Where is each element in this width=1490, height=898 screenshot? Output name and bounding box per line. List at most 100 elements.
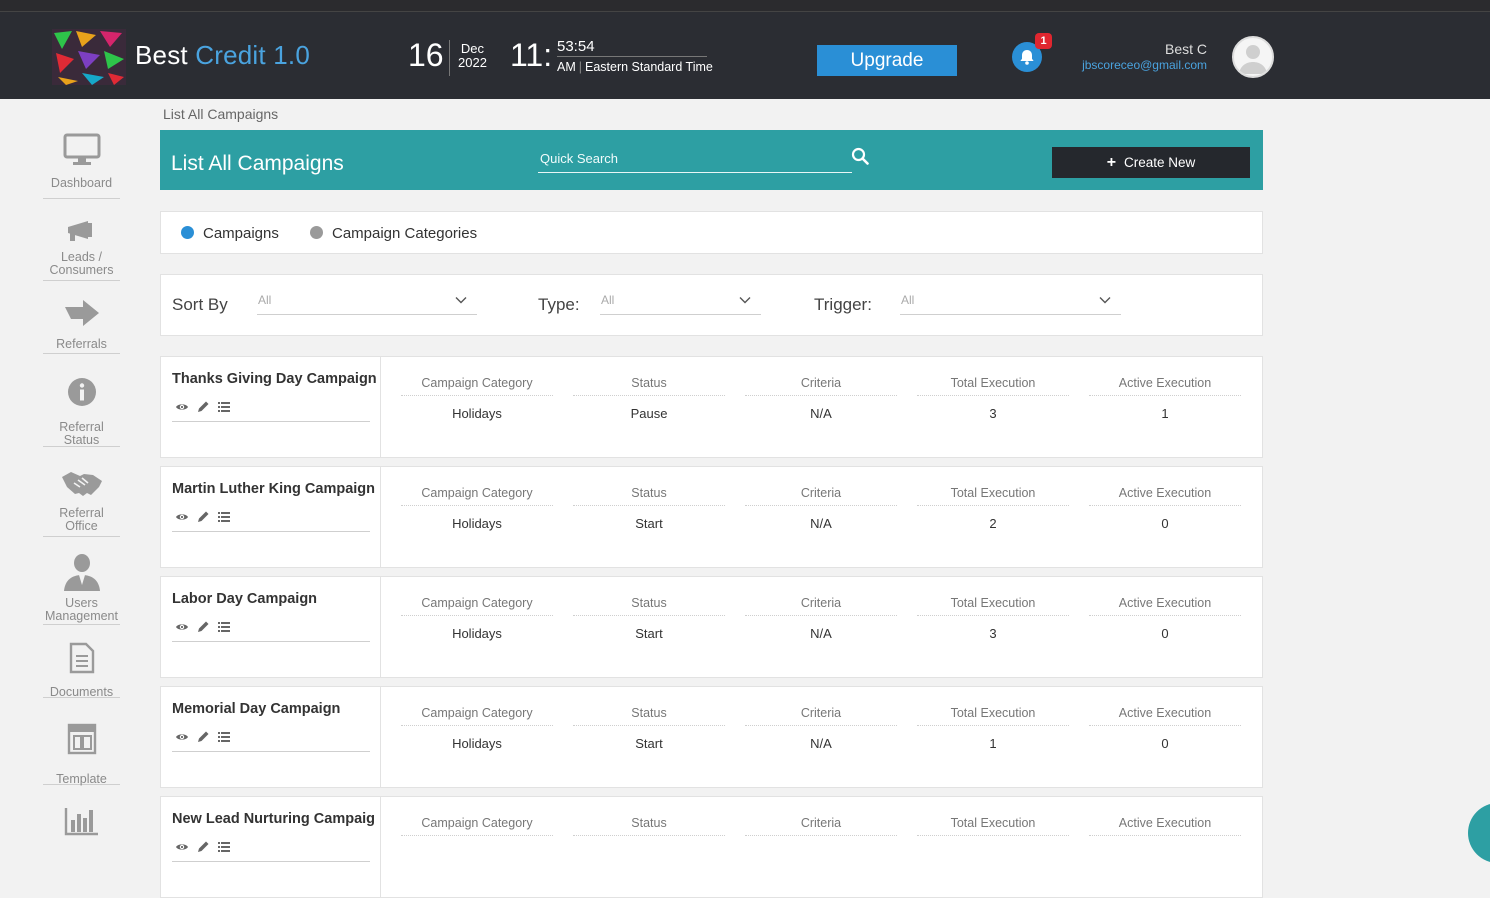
campaign-actions xyxy=(172,617,370,642)
campaign-name[interactable]: Labor Day Campaign xyxy=(172,591,377,607)
breadcrumb[interactable]: List All Campaigns xyxy=(163,106,278,122)
brand-prefix: Best xyxy=(135,40,188,70)
upgrade-button[interactable]: Upgrade xyxy=(817,45,957,76)
list-icon[interactable] xyxy=(217,730,231,744)
page-header-banner: List All Campaigns + Create New xyxy=(160,130,1263,190)
campaign-card-left: Thanks Giving Day Campaign xyxy=(161,357,381,457)
column-value: Start xyxy=(635,626,663,641)
eye-icon[interactable] xyxy=(175,620,189,634)
tab-campaigns[interactable]: Campaigns xyxy=(181,225,279,242)
column-header: Status xyxy=(573,486,725,506)
sidebar-item-referral-status[interactable]: Referral Status xyxy=(43,377,120,447)
type-select[interactable]: All xyxy=(600,293,761,315)
sidebar-item-referral-office[interactable]: Referral Office xyxy=(43,469,120,537)
filter-bar: Sort By All Type: All Trigger: All xyxy=(160,274,1263,336)
sidebar-item-users-management[interactable]: Users Management xyxy=(43,553,120,625)
column-header: Criteria xyxy=(745,816,897,836)
column-header: Campaign Category xyxy=(401,596,553,616)
sidebar-item-dashboard[interactable]: Dashboard xyxy=(43,133,120,199)
column-value: 2 xyxy=(989,516,997,531)
create-new-button[interactable]: + Create New xyxy=(1052,147,1250,178)
plus-icon: + xyxy=(1106,154,1117,171)
column-header: Active Execution xyxy=(1089,596,1241,616)
sort-by-label: Sort By xyxy=(172,295,228,314)
sidebar-item-leads[interactable]: Leads / Consumers xyxy=(43,219,120,281)
sidebar-item-documents[interactable]: Documents xyxy=(43,642,120,699)
create-new-label: Create New xyxy=(1124,155,1196,170)
column-header: Total Execution xyxy=(917,486,1069,506)
column-value: Holidays xyxy=(452,406,502,421)
sidebar-item-template[interactable]: Template xyxy=(43,723,120,786)
column-value: N/A xyxy=(810,736,832,751)
campaign-actions xyxy=(172,507,370,532)
sidebar-item-label: Referral Office xyxy=(59,506,104,533)
time-minutes-seconds: 53:54 xyxy=(557,38,707,57)
avatar[interactable] xyxy=(1232,36,1274,78)
search-icon[interactable] xyxy=(851,147,869,165)
campaign-actions xyxy=(172,397,370,422)
column-value: Start xyxy=(635,516,663,531)
time-hour: 11: xyxy=(510,37,553,73)
eye-icon[interactable] xyxy=(175,510,189,524)
type-value: All xyxy=(601,293,615,307)
campaign-name[interactable]: Martin Luther King Campaign xyxy=(172,481,377,497)
monitor-icon xyxy=(63,133,100,165)
megaphone-icon xyxy=(67,221,92,241)
sidebar-item-label: Referral Status xyxy=(59,420,104,447)
column-header: Status xyxy=(573,596,725,616)
sidebar-item-label: Dashboard xyxy=(50,176,113,190)
user-email[interactable]: jbscoreceo@gmail.com xyxy=(1082,58,1207,72)
page-title: List All Campaigns xyxy=(171,152,344,175)
type-label: Type: xyxy=(538,295,580,314)
tab-campaign-categories[interactable]: Campaign Categories xyxy=(310,225,477,242)
column-value: 1 xyxy=(989,736,997,751)
info-icon xyxy=(67,378,96,406)
sidebar-item-reports[interactable] xyxy=(43,806,120,846)
pencil-icon[interactable] xyxy=(196,510,210,524)
campaign-card: Thanks Giving Day Campaign Campaign Categ… xyxy=(160,356,1263,458)
brand-suffix: Credit 1.0 xyxy=(195,40,310,70)
radio-unselected-icon xyxy=(310,226,323,239)
user-name[interactable]: Best C xyxy=(1165,41,1207,57)
campaign-name[interactable]: Memorial Day Campaign xyxy=(172,701,377,717)
column-header: Status xyxy=(573,816,725,836)
column-header: Status xyxy=(573,376,725,396)
notification-count-badge: 1 xyxy=(1035,33,1052,49)
chat-fab-button[interactable] xyxy=(1468,803,1490,863)
list-icon[interactable] xyxy=(217,510,231,524)
sidebar-item-label: Users Management xyxy=(45,596,118,623)
eye-icon[interactable] xyxy=(175,840,189,854)
search-input[interactable] xyxy=(538,145,852,173)
trigger-select[interactable]: All xyxy=(900,293,1121,315)
campaign-actions xyxy=(172,837,370,862)
eye-icon[interactable] xyxy=(175,400,189,414)
date-day: 16 xyxy=(408,37,444,73)
column-value: 1 xyxy=(1161,406,1169,421)
list-icon[interactable] xyxy=(217,400,231,414)
list-icon[interactable] xyxy=(217,620,231,634)
list-icon[interactable] xyxy=(217,840,231,854)
campaign-name[interactable]: New Lead Nurturing Campaig xyxy=(172,811,377,827)
column-value: N/A xyxy=(810,516,832,531)
bar-chart-icon xyxy=(64,808,98,836)
column-header: Campaign Category xyxy=(401,816,553,836)
column-value: 3 xyxy=(989,626,997,641)
pencil-icon[interactable] xyxy=(196,730,210,744)
column-header: Campaign Category xyxy=(401,486,553,506)
column-value: 0 xyxy=(1161,736,1169,751)
pencil-icon[interactable] xyxy=(196,400,210,414)
sort-by-select[interactable]: All xyxy=(257,293,477,315)
sidebar: Dashboard Leads / Consumers Referrals Re… xyxy=(0,99,163,836)
column-header: Criteria xyxy=(745,376,897,396)
pencil-icon[interactable] xyxy=(196,620,210,634)
campaign-name[interactable]: Thanks Giving Day Campaign xyxy=(172,371,377,387)
share-arrow-icon xyxy=(64,300,99,326)
time-zone: Eastern Standard Time xyxy=(585,60,713,74)
column-header: Status xyxy=(573,706,725,726)
pencil-icon[interactable] xyxy=(196,840,210,854)
eye-icon[interactable] xyxy=(175,730,189,744)
column-value: Start xyxy=(635,736,663,751)
sidebar-item-referrals[interactable]: Referrals xyxy=(43,299,120,354)
template-icon xyxy=(67,723,96,755)
column-header: Criteria xyxy=(745,596,897,616)
